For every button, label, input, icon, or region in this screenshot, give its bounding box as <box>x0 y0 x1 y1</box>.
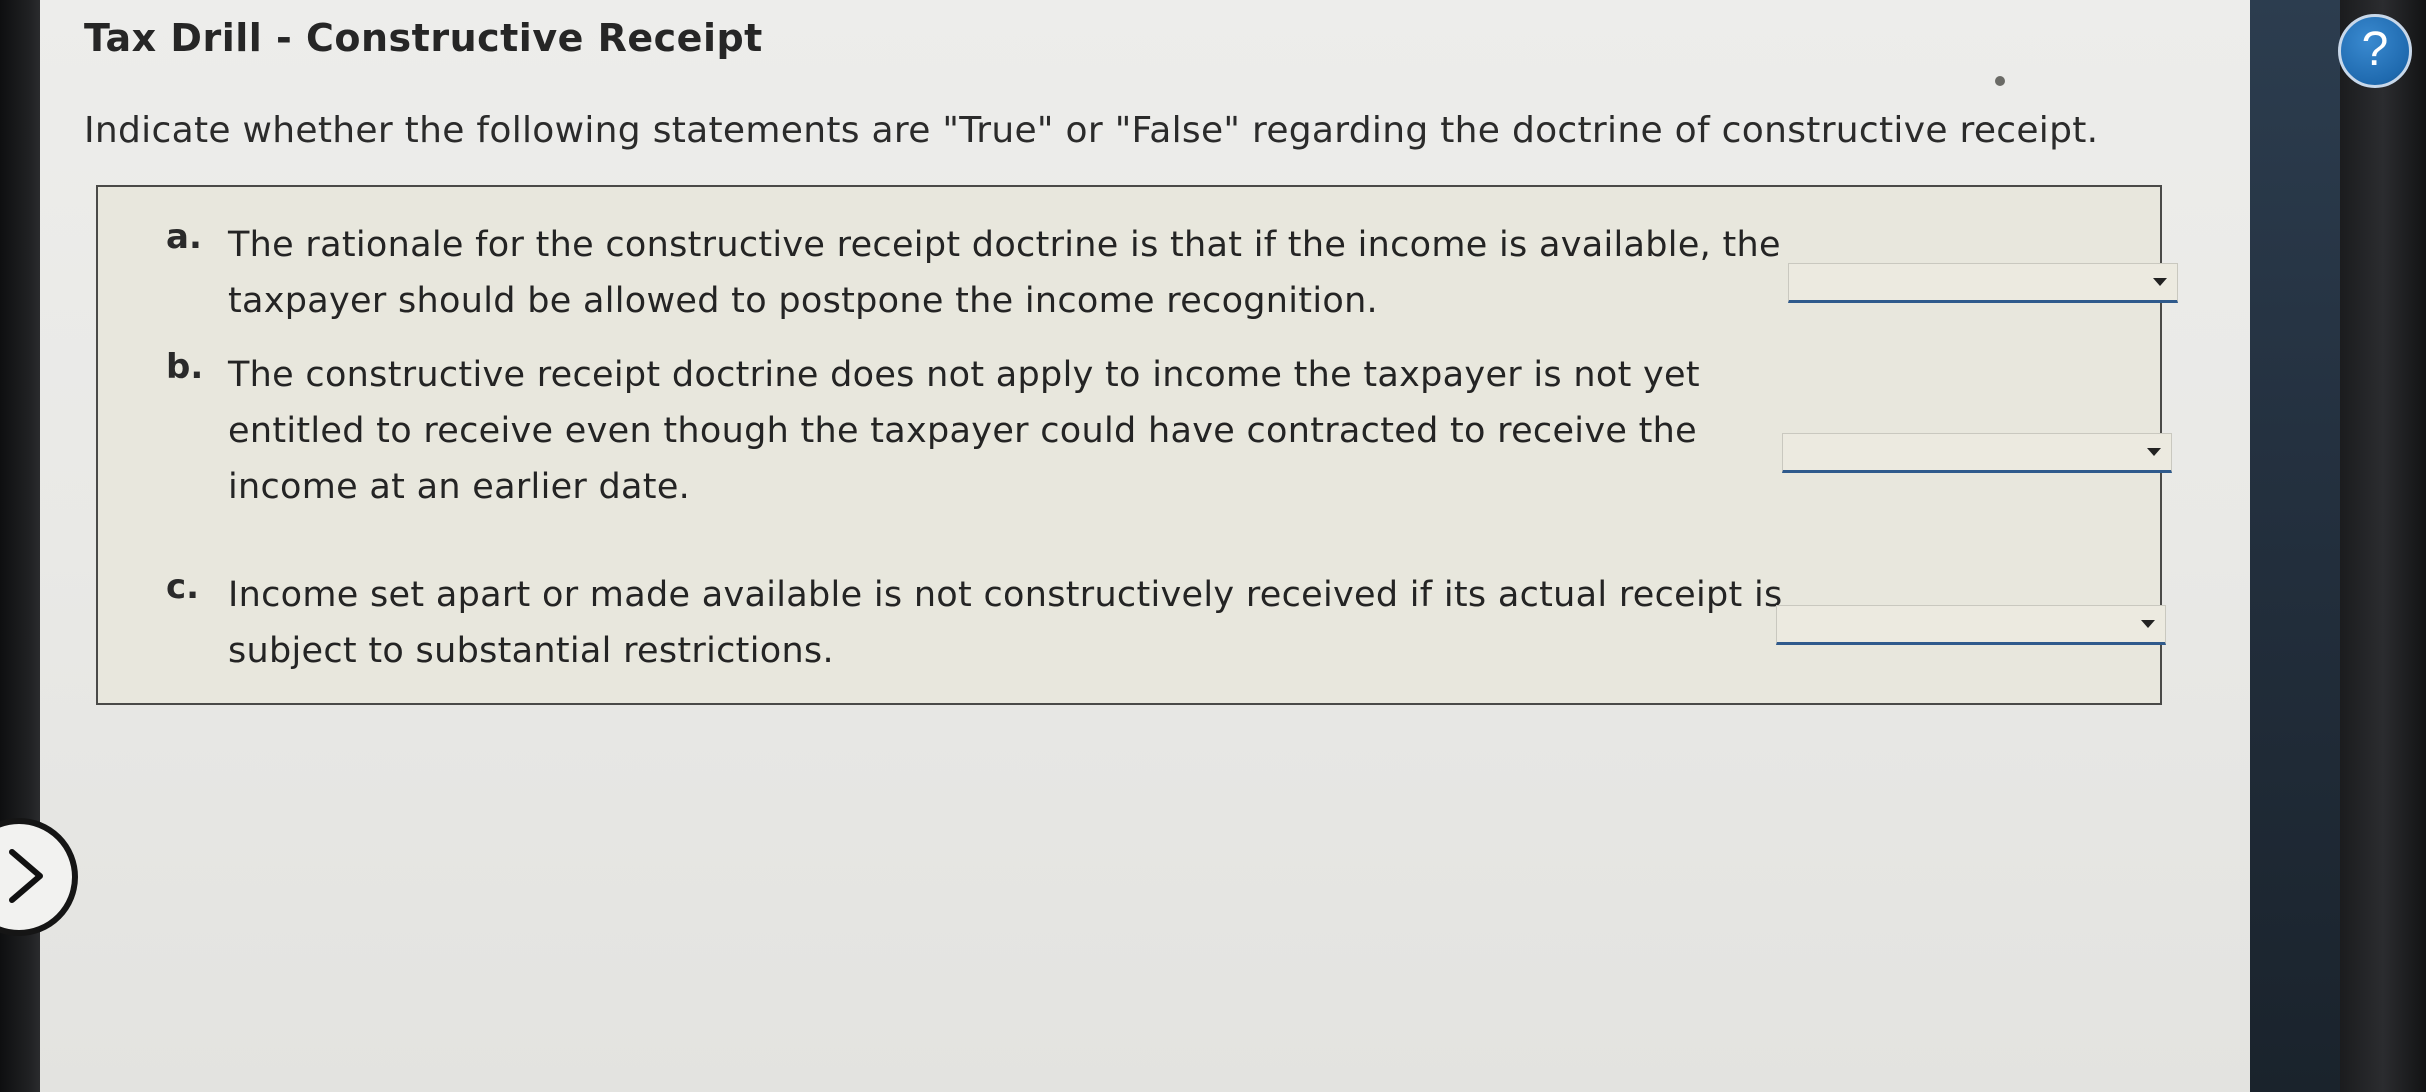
device-bezel-right <box>2340 0 2426 1092</box>
question-text: Income set apart or made available is no… <box>228 575 1783 671</box>
help-button[interactable]: ? <box>2338 14 2412 88</box>
question-letter: c. <box>166 567 200 607</box>
question-panel: a. The rationale for the constructive re… <box>96 185 2178 705</box>
caret-down-icon <box>2147 448 2161 456</box>
caret-down-icon <box>2141 620 2155 628</box>
question-letter: a. <box>166 217 202 257</box>
question-text: The rationale for the constructive recei… <box>228 225 1781 321</box>
page-title: Tax Drill - Constructive Receipt <box>84 16 763 60</box>
caret-down-icon <box>2153 278 2167 286</box>
answer-dropdown-a[interactable] <box>1788 263 2178 303</box>
answer-dropdown-c[interactable] <box>1776 605 2166 645</box>
instructions-text: Indicate whether the following statement… <box>84 110 2099 151</box>
chevron-right-icon <box>9 849 43 903</box>
side-toolbar <box>2250 0 2340 1092</box>
question-mark-icon: ? <box>2361 23 2389 76</box>
mouse-cursor <box>1995 76 2005 86</box>
answer-dropdown-b[interactable] <box>1782 433 2172 473</box>
question-text: The constructive receipt doctrine does n… <box>228 355 1700 507</box>
question-letter: b. <box>166 347 204 387</box>
